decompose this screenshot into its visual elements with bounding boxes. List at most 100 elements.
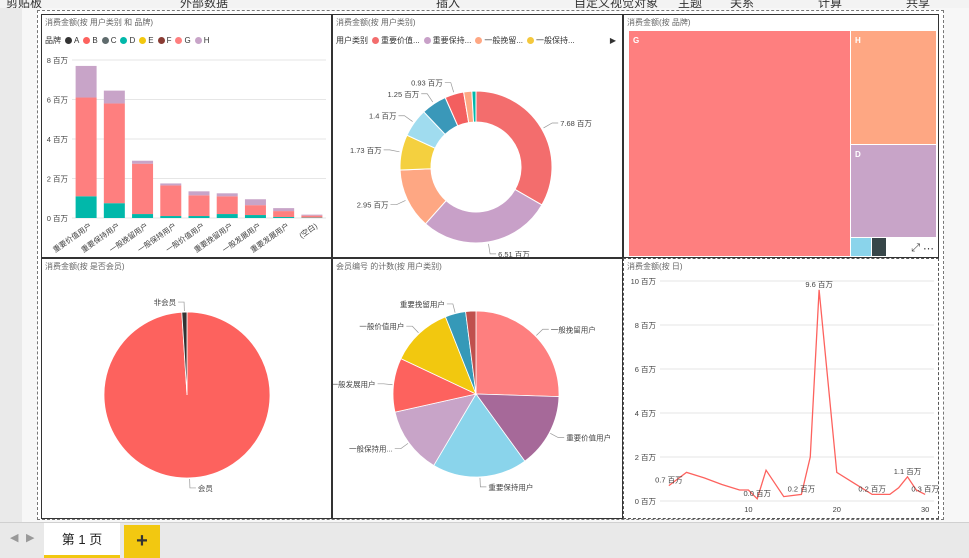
x-tick-label: 20 xyxy=(833,505,841,514)
leader-line xyxy=(550,433,564,437)
data-label: 6.51 百万 xyxy=(498,250,530,258)
data-label: 1.25 百万 xyxy=(388,90,420,99)
bar-segment[interactable] xyxy=(273,208,294,211)
stacked-bar-visual[interactable]: 消费金额(按 用户类别 和 品牌) 品牌 ABCDEFGH 0 百万2 百万4 … xyxy=(41,14,332,258)
x-tick-label: 30 xyxy=(921,505,929,514)
data-label: 0.7 百万 xyxy=(655,476,683,485)
count-pie-svg: 一般挽留用户重要价值用户重要保持用户一般保持用...一般发展用户一般价值用户重要… xyxy=(333,259,623,519)
leader-line xyxy=(390,200,405,204)
y-tick-label: 4 百万 xyxy=(635,409,657,418)
member-pie-svg: 会员非会员 xyxy=(42,259,332,519)
leader-line xyxy=(536,329,548,335)
data-label: 一般挽留用户 xyxy=(551,324,596,334)
bar-segment[interactable] xyxy=(217,193,238,196)
bar-segment[interactable] xyxy=(189,191,210,195)
add-page-button[interactable]: + xyxy=(124,525,160,558)
bar-segment[interactable] xyxy=(132,214,153,218)
leader-line xyxy=(544,123,559,128)
bar-segment[interactable] xyxy=(245,199,266,205)
bar-segment[interactable] xyxy=(132,161,153,164)
y-tick-label: 10 百万 xyxy=(631,277,657,286)
y-tick-label: 0 百万 xyxy=(47,214,69,223)
x-tick-label: 10 xyxy=(744,505,752,514)
ribbon-insert[interactable]: 插入 xyxy=(436,0,460,8)
y-tick-label: 2 百万 xyxy=(635,453,657,462)
more-options-icon[interactable]: ⋯ xyxy=(923,242,934,255)
data-label: 0.2 百万 xyxy=(788,484,816,493)
data-label: 一般保持用... xyxy=(349,444,393,454)
data-label: 0.3 百万 xyxy=(911,484,939,493)
data-label: 一般发展用户 xyxy=(332,379,376,389)
bar-segment[interactable] xyxy=(160,183,181,185)
data-label: 重要价值用户 xyxy=(566,433,611,443)
leader-line xyxy=(488,244,496,254)
bar-segment[interactable] xyxy=(217,196,238,214)
y-tick-label: 6 百万 xyxy=(47,96,69,105)
ribbon: 剪贴板 外部数据 插入 自定义视觉对象 主题 关系 计算 共享 xyxy=(0,0,969,8)
next-page-icon[interactable]: ▶ xyxy=(26,531,34,544)
ribbon-themes[interactable]: 主题 xyxy=(678,0,702,8)
treemap-visual[interactable]: 消费金额(按 品牌) G H D ⤢ ⋯ xyxy=(623,14,939,258)
bar-segment[interactable] xyxy=(132,164,153,214)
bar-segment[interactable] xyxy=(76,98,97,197)
treemap-tile-small-2[interactable] xyxy=(872,238,886,256)
bar-segment[interactable] xyxy=(160,185,181,216)
bar-segment[interactable] xyxy=(245,215,266,218)
y-tick-label: 0 百万 xyxy=(635,497,657,506)
leader-line xyxy=(447,304,455,313)
donut-slice[interactable] xyxy=(476,91,552,205)
ribbon-external-data[interactable]: 外部数据 xyxy=(180,0,228,8)
data-label: 2.95 百万 xyxy=(357,201,389,210)
bar-segment[interactable] xyxy=(301,215,322,216)
x-tick-label: (空白) xyxy=(297,220,320,240)
leader-line xyxy=(384,150,400,152)
treemap-tile-d[interactable] xyxy=(851,145,936,237)
focus-mode-icon[interactable]: ⤢ xyxy=(911,242,920,255)
ribbon-relationships[interactable]: 关系 xyxy=(730,0,754,8)
bar-segment[interactable] xyxy=(217,214,238,218)
prev-page-icon[interactable]: ◀ xyxy=(10,531,18,544)
ribbon-clipboard[interactable]: 剪贴板 xyxy=(6,0,42,8)
bar-segment[interactable] xyxy=(76,66,97,98)
leader-line xyxy=(480,478,486,487)
treemap-label-h: H xyxy=(855,36,861,45)
data-label: 1.4 百万 xyxy=(369,112,397,121)
y-tick-label: 8 百万 xyxy=(635,321,657,330)
ribbon-custom-visuals[interactable]: 自定义视觉对象 xyxy=(574,0,658,8)
leader-line xyxy=(421,94,433,102)
line-visual[interactable]: 消费金额(按 日) 0 百万2 百万4 百万6 百万8 百万10 百万10203… xyxy=(623,258,939,519)
page-tab-bar: ◀ ▶ 第 1 页 + xyxy=(0,522,969,558)
y-tick-label: 2 百万 xyxy=(47,175,69,184)
bar-segment[interactable] xyxy=(245,205,266,215)
left-gutter xyxy=(0,8,22,522)
member-pie-visual[interactable]: 消费金额(按 是否会员) 会员非会员 xyxy=(41,258,332,519)
data-label: 0.0 百万 xyxy=(743,489,771,498)
bar-segment[interactable] xyxy=(160,216,181,218)
leader-line xyxy=(445,83,454,93)
visual-header-icons: ⤢ ⋯ xyxy=(911,242,934,255)
bar-segment[interactable] xyxy=(189,195,210,216)
count-pie-visual[interactable]: 会员编号 的计数(按 用户类别) 一般挽留用户重要价值用户重要保持用户一般保持用… xyxy=(332,258,623,519)
data-label: 0.2 百万 xyxy=(858,484,886,493)
data-label: 1.73 百万 xyxy=(350,146,382,155)
bar-segment[interactable] xyxy=(104,103,125,203)
treemap-label-d: D xyxy=(855,150,861,159)
treemap-svg xyxy=(624,15,939,258)
bar-chart-svg: 0 百万2 百万4 百万6 百万8 百万重要价值用户重要保持用户一般挽留用户一般… xyxy=(42,15,332,258)
tab-page-1[interactable]: 第 1 页 xyxy=(44,523,120,558)
bar-segment[interactable] xyxy=(189,216,210,218)
treemap-tile-small-1[interactable] xyxy=(851,238,871,256)
ribbon-calculations[interactable]: 计算 xyxy=(818,0,842,8)
bar-segment[interactable] xyxy=(76,196,97,218)
treemap-tile-g[interactable] xyxy=(629,31,850,256)
treemap-tile-h[interactable] xyxy=(851,31,936,144)
bar-segment[interactable] xyxy=(301,216,322,218)
donut-visual[interactable]: 消费金额(按 用户类别) 用户类别 重要价值...重要保持...一般挽留...一… xyxy=(332,14,623,258)
pie-slice[interactable] xyxy=(476,311,559,397)
bar-segment[interactable] xyxy=(104,203,125,218)
bar-segment[interactable] xyxy=(273,211,294,217)
bar-segment[interactable] xyxy=(273,217,294,218)
ribbon-share[interactable]: 共享 xyxy=(906,0,930,8)
bar-segment[interactable] xyxy=(104,91,125,104)
y-tick-label: 8 百万 xyxy=(47,56,69,65)
